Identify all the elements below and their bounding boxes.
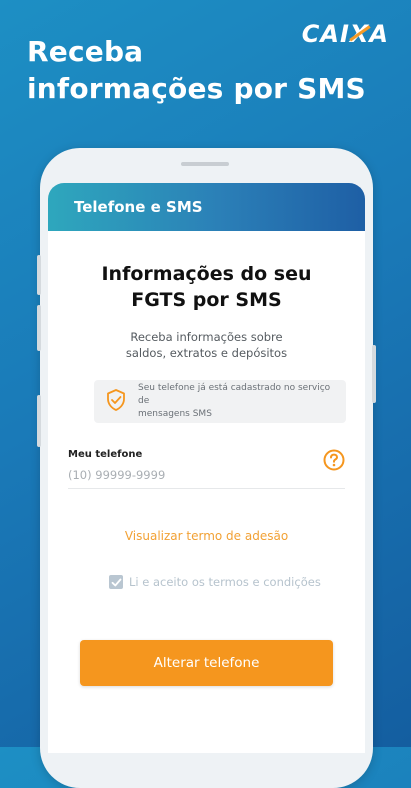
page-subtitle-line1: Receba informações sobre <box>130 330 283 344</box>
registered-notice: Seu telefone já está cadastrado no servi… <box>94 380 346 423</box>
phone-side-button-left-1 <box>37 255 41 295</box>
logo-text-x: X <box>349 20 370 48</box>
app-bar: Telefone e SMS <box>48 183 365 231</box>
page-subtitle-line2: saldos, extratos e depósitos <box>125 346 288 360</box>
page-title-line1: Informações do seu <box>101 263 312 285</box>
check-icon <box>111 578 121 586</box>
accept-terms-row[interactable]: Li e aceito os termos e condições <box>109 575 365 589</box>
phone-side-button-right <box>372 345 376 403</box>
phone-side-button-left-3 <box>37 395 41 447</box>
phone-side-button-left-2 <box>37 305 41 351</box>
help-icon[interactable] <box>323 449 345 471</box>
phone-field-label: Meu telefone <box>68 449 143 460</box>
promo-headline-line2: informações por SMS <box>27 72 366 105</box>
notice-text-line1: Seu telefone já está cadastrado no servi… <box>138 383 331 406</box>
logo-text-right: A <box>369 20 389 48</box>
app-bar-title: Telefone e SMS <box>74 198 203 216</box>
phone-field: Meu telefone <box>68 443 345 489</box>
phone-speaker <box>181 162 229 166</box>
phone-input[interactable] <box>68 468 288 482</box>
notice-text: Seu telefone já está cadastrado no servi… <box>138 382 338 421</box>
view-terms-link[interactable]: Visualizar termo de adesão <box>48 529 365 543</box>
page-title-line2: FGTS por SMS <box>131 289 282 311</box>
caixa-logo: CAIXA <box>302 20 389 48</box>
logo-text-left: CAI <box>301 20 350 48</box>
shield-check-icon <box>106 388 126 415</box>
notice-text-line2: mensagens SMS <box>138 409 212 419</box>
page-subtitle: Receba informações sobre saldos, extrato… <box>48 329 365 361</box>
page-title: Informações do seu FGTS por SMS <box>48 261 365 313</box>
change-phone-button[interactable]: Alterar telefone <box>80 640 333 686</box>
promo-headline-line1: Receba <box>27 35 144 68</box>
accept-terms-label: Li e aceito os termos e condições <box>129 575 321 589</box>
accept-terms-checkbox[interactable] <box>109 575 123 589</box>
app-screen: Telefone e SMS Informações do seu FGTS p… <box>48 183 365 753</box>
